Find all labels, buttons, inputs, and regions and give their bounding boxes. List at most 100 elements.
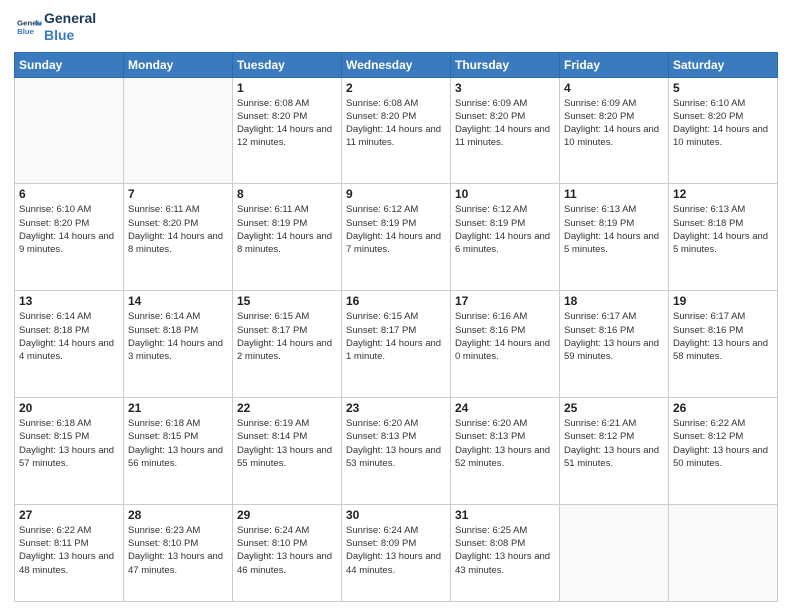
day-info: Sunrise: 6:23 AMSunset: 8:10 PMDaylight:… (128, 524, 228, 577)
day-info: Sunrise: 6:15 AMSunset: 8:17 PMDaylight:… (346, 310, 446, 363)
day-info: Sunrise: 6:17 AMSunset: 8:16 PMDaylight:… (564, 310, 664, 363)
logo: General Blue General Blue (14, 10, 96, 44)
day-number: 19 (673, 294, 773, 308)
day-number: 6 (19, 187, 119, 201)
day-info: Sunrise: 6:13 AMSunset: 8:18 PMDaylight:… (673, 203, 773, 256)
logo-text: General Blue (44, 10, 96, 44)
calendar-cell: 14 Sunrise: 6:14 AMSunset: 8:18 PMDayligh… (124, 291, 233, 398)
day-number: 26 (673, 401, 773, 415)
day-info: Sunrise: 6:10 AMSunset: 8:20 PMDaylight:… (673, 97, 773, 150)
day-number: 14 (128, 294, 228, 308)
day-info: Sunrise: 6:19 AMSunset: 8:14 PMDaylight:… (237, 417, 337, 470)
day-info: Sunrise: 6:15 AMSunset: 8:17 PMDaylight:… (237, 310, 337, 363)
day-number: 30 (346, 508, 446, 522)
calendar-cell: 27 Sunrise: 6:22 AMSunset: 8:11 PMDayligh… (15, 504, 124, 601)
calendar-cell (124, 77, 233, 184)
day-info: Sunrise: 6:08 AMSunset: 8:20 PMDaylight:… (237, 97, 337, 150)
calendar-cell: 19 Sunrise: 6:17 AMSunset: 8:16 PMDayligh… (669, 291, 778, 398)
day-number: 18 (564, 294, 664, 308)
calendar-cell: 9 Sunrise: 6:12 AMSunset: 8:19 PMDaylight… (342, 184, 451, 291)
day-number: 22 (237, 401, 337, 415)
day-number: 2 (346, 81, 446, 95)
calendar-cell: 5 Sunrise: 6:10 AMSunset: 8:20 PMDaylight… (669, 77, 778, 184)
day-number: 8 (237, 187, 337, 201)
calendar-cell: 18 Sunrise: 6:17 AMSunset: 8:16 PMDayligh… (560, 291, 669, 398)
col-header-thursday: Thursday (451, 52, 560, 77)
day-number: 24 (455, 401, 555, 415)
calendar-header-row: SundayMondayTuesdayWednesdayThursdayFrid… (15, 52, 778, 77)
day-info: Sunrise: 6:09 AMSunset: 8:20 PMDaylight:… (455, 97, 555, 150)
calendar-cell: 3 Sunrise: 6:09 AMSunset: 8:20 PMDaylight… (451, 77, 560, 184)
day-info: Sunrise: 6:14 AMSunset: 8:18 PMDaylight:… (19, 310, 119, 363)
col-header-saturday: Saturday (669, 52, 778, 77)
day-info: Sunrise: 6:14 AMSunset: 8:18 PMDaylight:… (128, 310, 228, 363)
calendar-cell: 25Sunrise: 6:21 AMSunset: 8:12 PMDayligh… (560, 398, 669, 505)
day-number: 12 (673, 187, 773, 201)
svg-text:Blue: Blue (17, 27, 35, 36)
col-header-sunday: Sunday (15, 52, 124, 77)
calendar-cell: 24 Sunrise: 6:20 AMSunset: 8:13 PMDayligh… (451, 398, 560, 505)
col-header-wednesday: Wednesday (342, 52, 451, 77)
calendar-cell: 30 Sunrise: 6:24 AMSunset: 8:09 PMDayligh… (342, 504, 451, 601)
calendar-cell: 20 Sunrise: 6:18 AMSunset: 8:15 PMDayligh… (15, 398, 124, 505)
day-info: Sunrise: 6:17 AMSunset: 8:16 PMDaylight:… (673, 310, 773, 363)
day-info: Sunrise: 6:20 AMSunset: 8:13 PMDaylight:… (346, 417, 446, 470)
day-number: 5 (673, 81, 773, 95)
page: General Blue General Blue SundayMondayTu… (0, 0, 792, 612)
day-info: Sunrise: 6:12 AMSunset: 8:19 PMDaylight:… (455, 203, 555, 256)
day-number: 29 (237, 508, 337, 522)
day-info: Sunrise: 6:24 AMSunset: 8:09 PMDaylight:… (346, 524, 446, 577)
day-info: Sunrise: 6:21 AMSunset: 8:12 PMDaylight:… (564, 417, 664, 470)
day-info: Sunrise: 6:18 AMSunset: 8:15 PMDaylight:… (128, 417, 228, 470)
calendar-cell: 22 Sunrise: 6:19 AMSunset: 8:14 PMDayligh… (233, 398, 342, 505)
day-number: 7 (128, 187, 228, 201)
day-number: 15 (237, 294, 337, 308)
calendar-cell: 7 Sunrise: 6:11 AMSunset: 8:20 PMDaylight… (124, 184, 233, 291)
calendar-cell: 13 Sunrise: 6:14 AMSunset: 8:18 PMDayligh… (15, 291, 124, 398)
day-number: 4 (564, 81, 664, 95)
day-number: 21 (128, 401, 228, 415)
day-number: 17 (455, 294, 555, 308)
calendar-cell: 11Sunrise: 6:13 AMSunset: 8:19 PMDayligh… (560, 184, 669, 291)
day-info: Sunrise: 6:20 AMSunset: 8:13 PMDaylight:… (455, 417, 555, 470)
day-number: 10 (455, 187, 555, 201)
day-info: Sunrise: 6:16 AMSunset: 8:16 PMDaylight:… (455, 310, 555, 363)
day-number: 16 (346, 294, 446, 308)
calendar-cell: 12 Sunrise: 6:13 AMSunset: 8:18 PMDayligh… (669, 184, 778, 291)
day-number: 3 (455, 81, 555, 95)
day-number: 27 (19, 508, 119, 522)
calendar-cell (669, 504, 778, 601)
day-info: Sunrise: 6:22 AMSunset: 8:11 PMDaylight:… (19, 524, 119, 577)
calendar-cell: 28 Sunrise: 6:23 AMSunset: 8:10 PMDayligh… (124, 504, 233, 601)
day-info: Sunrise: 6:09 AMSunset: 8:20 PMDaylight:… (564, 97, 664, 150)
col-header-friday: Friday (560, 52, 669, 77)
day-number: 13 (19, 294, 119, 308)
day-number: 31 (455, 508, 555, 522)
day-info: Sunrise: 6:13 AMSunset: 8:19 PMDaylight:… (564, 203, 664, 256)
calendar-cell: 26 Sunrise: 6:22 AMSunset: 8:12 PMDayligh… (669, 398, 778, 505)
logo-icon: General Blue (14, 13, 42, 41)
day-info: Sunrise: 6:10 AMSunset: 8:20 PMDaylight:… (19, 203, 119, 256)
calendar-cell: 6 Sunrise: 6:10 AMSunset: 8:20 PMDaylight… (15, 184, 124, 291)
day-number: 1 (237, 81, 337, 95)
calendar-cell (15, 77, 124, 184)
day-info: Sunrise: 6:24 AMSunset: 8:10 PMDaylight:… (237, 524, 337, 577)
day-info: Sunrise: 6:12 AMSunset: 8:19 PMDaylight:… (346, 203, 446, 256)
day-info: Sunrise: 6:11 AMSunset: 8:20 PMDaylight:… (128, 203, 228, 256)
day-info: Sunrise: 6:22 AMSunset: 8:12 PMDaylight:… (673, 417, 773, 470)
calendar-cell: 1 Sunrise: 6:08 AMSunset: 8:20 PMDaylight… (233, 77, 342, 184)
day-info: Sunrise: 6:08 AMSunset: 8:20 PMDaylight:… (346, 97, 446, 150)
calendar-table: SundayMondayTuesdayWednesdayThursdayFrid… (14, 52, 778, 602)
day-info: Sunrise: 6:18 AMSunset: 8:15 PMDaylight:… (19, 417, 119, 470)
col-header-tuesday: Tuesday (233, 52, 342, 77)
day-number: 20 (19, 401, 119, 415)
header: General Blue General Blue (14, 10, 778, 44)
calendar-cell: 23Sunrise: 6:20 AMSunset: 8:13 PMDayligh… (342, 398, 451, 505)
calendar-cell: 10 Sunrise: 6:12 AMSunset: 8:19 PMDayligh… (451, 184, 560, 291)
calendar-cell: 21 Sunrise: 6:18 AMSunset: 8:15 PMDayligh… (124, 398, 233, 505)
day-number: 28 (128, 508, 228, 522)
calendar-cell: 2 Sunrise: 6:08 AMSunset: 8:20 PMDaylight… (342, 77, 451, 184)
calendar-cell: 29 Sunrise: 6:24 AMSunset: 8:10 PMDayligh… (233, 504, 342, 601)
calendar-cell: 8Sunrise: 6:11 AMSunset: 8:19 PMDaylight… (233, 184, 342, 291)
day-number: 9 (346, 187, 446, 201)
